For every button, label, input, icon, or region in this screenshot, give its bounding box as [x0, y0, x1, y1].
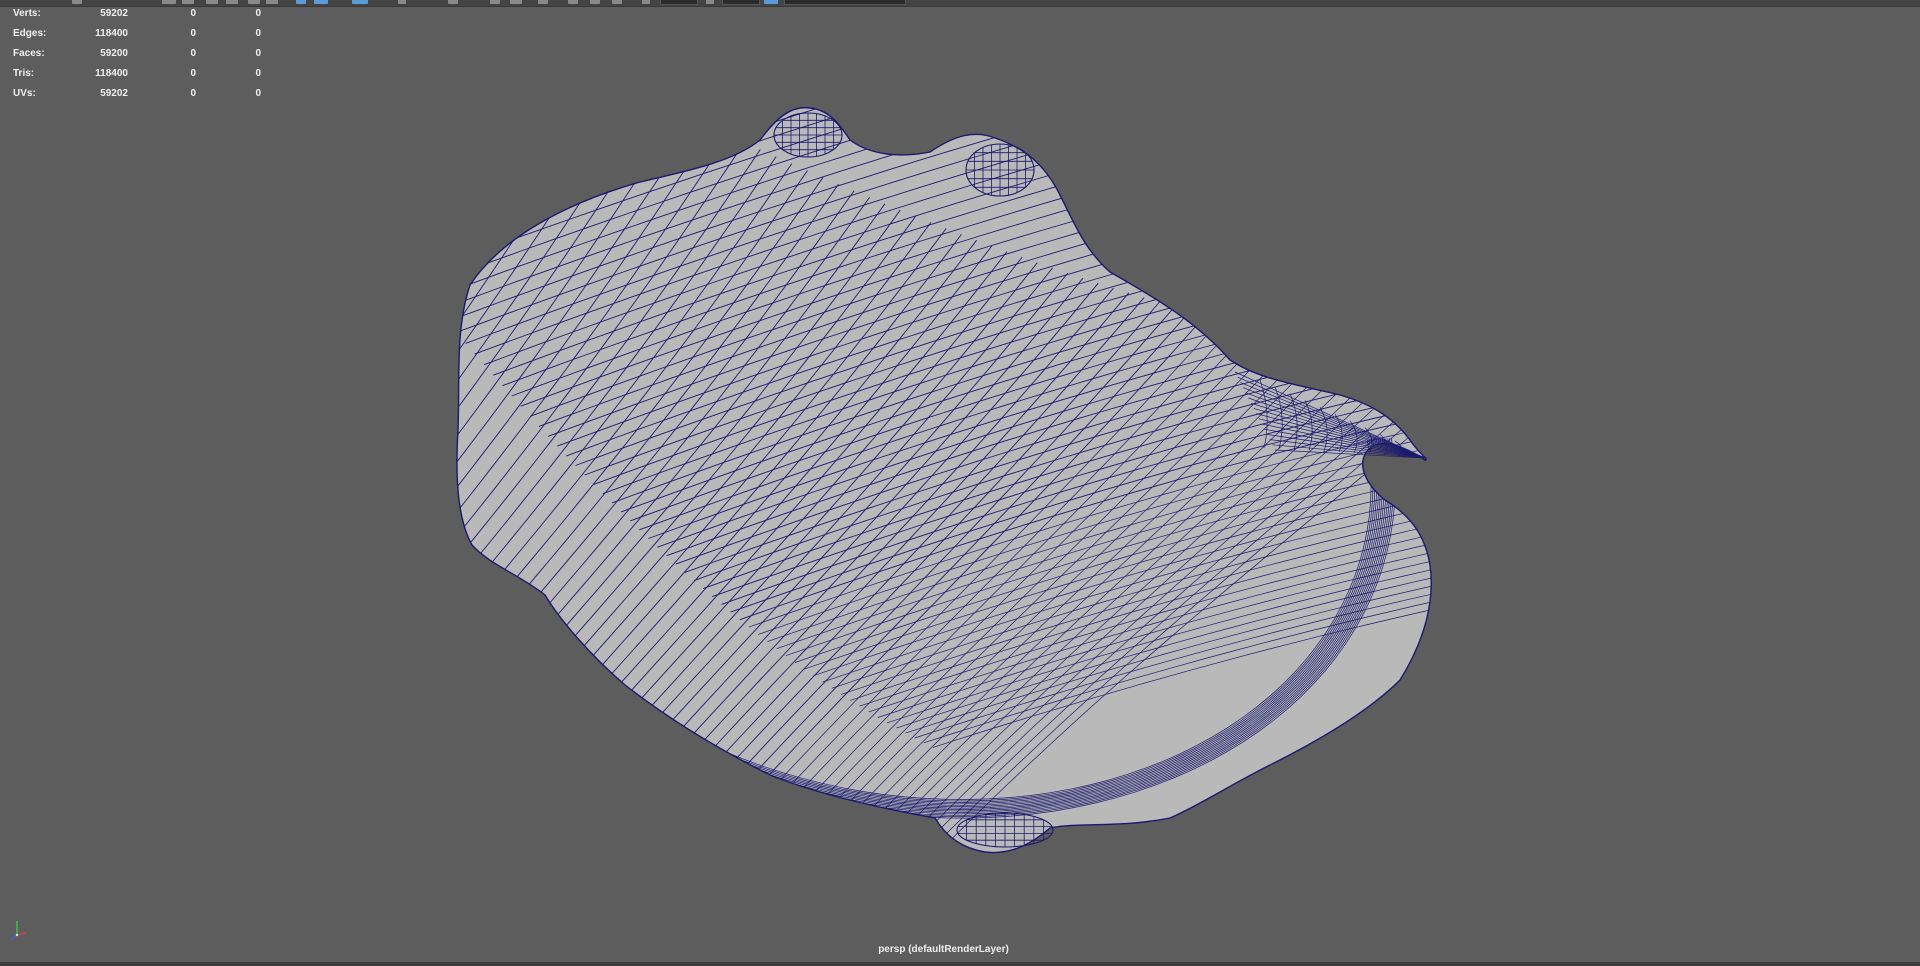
wire-line [456, 107, 466, 810]
axis-gizmo-icon [8, 918, 32, 942]
wire-line [456, 107, 499, 823]
wire-line [0, 0, 414, 789]
wire-line [0, 0, 431, 796]
wire-line [0, 0, 397, 782]
viewport-panel[interactable]: Verts: 59202 0 0 Edges: 118400 0 0 Faces: 59200 0 0… [0, 0, 1920, 966]
viewport-bottom-border [0, 962, 1920, 966]
wire-line [456, 107, 482, 816]
wire-line [456, 107, 1333, 125]
wire-line [0, 0, 380, 775]
wire-line [456, 107, 533, 835]
camera-label: persp (defaultRenderLayer) [878, 944, 1009, 955]
mesh-viewport-render[interactable] [0, 0, 1920, 966]
wire-line [456, 107, 516, 829]
mesh-surface[interactable] [456, 107, 1432, 853]
wire-line [0, 2, 448, 802]
